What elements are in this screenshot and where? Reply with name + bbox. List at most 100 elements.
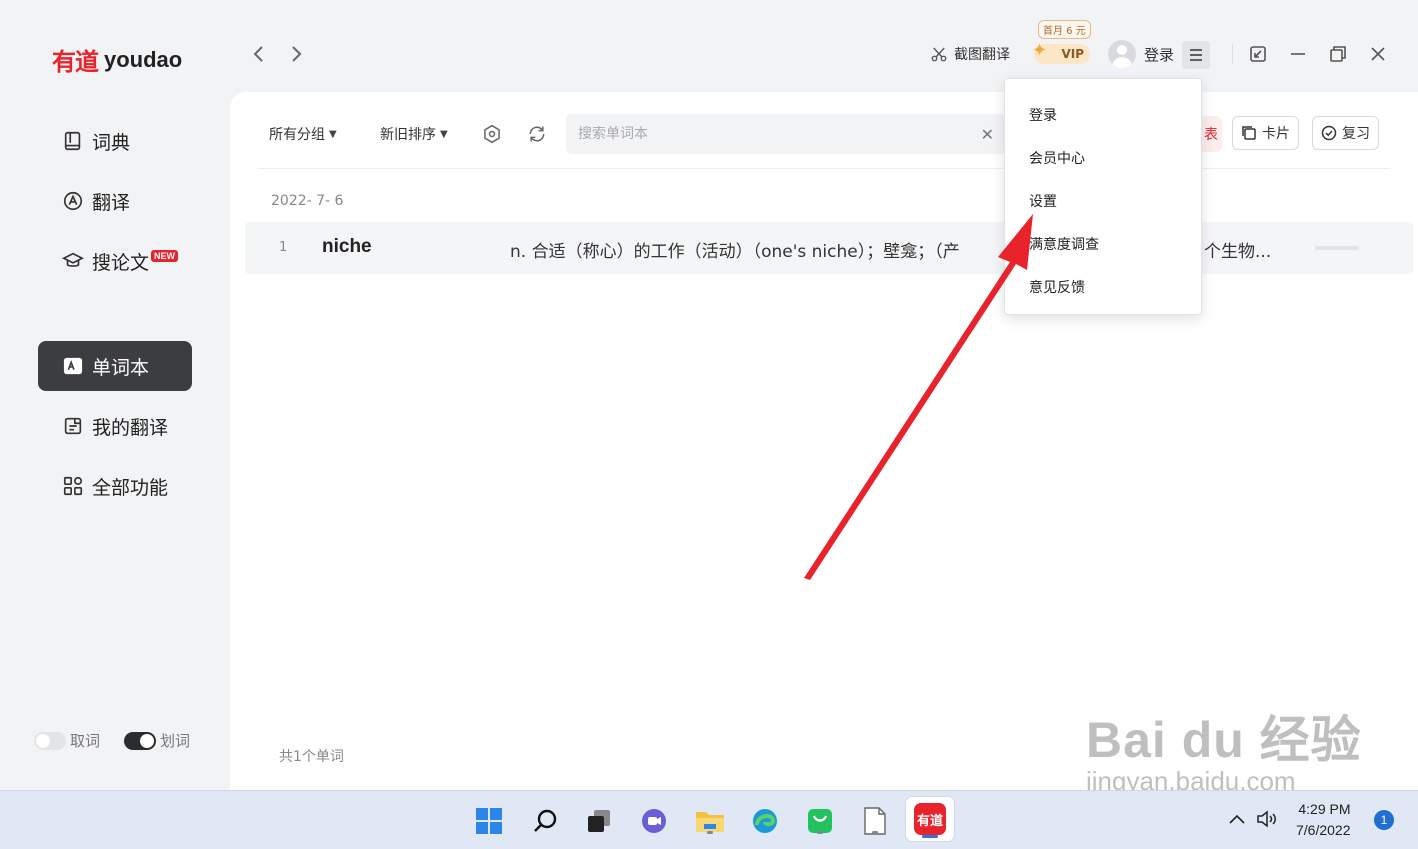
close-icon bbox=[1371, 47, 1385, 61]
translate-icon bbox=[63, 191, 83, 211]
menu-item-membership[interactable]: 会员中心 bbox=[1005, 136, 1201, 179]
notepad-button[interactable] bbox=[859, 805, 891, 837]
search-button[interactable] bbox=[529, 805, 561, 837]
caret-down-icon: ▼ bbox=[329, 128, 337, 140]
sidebar-item-label: 词典 bbox=[92, 131, 131, 154]
group-select-label: 所有分组 bbox=[269, 127, 325, 143]
sidebar-item-papers[interactable]: 搜论文 NEW bbox=[38, 236, 192, 286]
my-translation-icon bbox=[64, 417, 82, 435]
date-group-label: 2022- 7- 6 bbox=[271, 193, 344, 209]
review-label: 复习 bbox=[1342, 126, 1370, 142]
youdao-taskbar-button[interactable]: 有道 bbox=[906, 797, 954, 841]
login-button[interactable]: 登录 bbox=[1108, 40, 1174, 68]
running-indicator bbox=[872, 831, 878, 834]
back-button[interactable] bbox=[248, 42, 268, 66]
refresh-icon bbox=[529, 126, 545, 142]
word-count: 共1个单词 bbox=[279, 749, 344, 765]
task-view-button[interactable] bbox=[583, 805, 615, 837]
clock-date: 7/6/2022 bbox=[1296, 822, 1351, 838]
menu-item-feedback[interactable]: 意见反馈 bbox=[1005, 265, 1201, 308]
sidebar-item-label: 单词本 bbox=[92, 356, 150, 379]
running-indicator bbox=[707, 831, 713, 834]
row-word[interactable]: niche bbox=[322, 236, 372, 258]
sidebar-item-dictionary[interactable]: 词典 bbox=[38, 116, 192, 166]
vip-promo-text: 首月 6 元 bbox=[1038, 20, 1091, 39]
maximize-button[interactable] bbox=[1326, 42, 1350, 66]
check-circle-icon bbox=[1321, 125, 1337, 141]
menu-item-survey[interactable]: 满意度调查 bbox=[1005, 222, 1201, 265]
minimize-icon bbox=[1291, 53, 1305, 55]
chevron-left-icon bbox=[253, 46, 263, 62]
toggle-group: 取词 划词 bbox=[34, 730, 190, 751]
group-select[interactable]: 所有分组 ▼ bbox=[269, 124, 337, 144]
caret-down-icon: ▼ bbox=[440, 128, 448, 140]
new-badge: NEW bbox=[151, 250, 179, 262]
mini-mode-button[interactable] bbox=[1246, 42, 1270, 66]
sidebar-item-translate[interactable]: 翻译 bbox=[38, 176, 192, 226]
restore-icon bbox=[1330, 46, 1346, 62]
row-definition-tail: 个生物... bbox=[1204, 237, 1272, 262]
scissors-icon bbox=[931, 47, 947, 62]
app-logo: 有道 youdao bbox=[52, 42, 182, 77]
grid-icon bbox=[63, 476, 83, 496]
graduation-cap-icon bbox=[62, 252, 84, 267]
forward-button[interactable] bbox=[287, 42, 307, 66]
sidebar-item-all-features[interactable]: 全部功能 bbox=[38, 461, 192, 511]
hamburger-icon bbox=[1190, 49, 1202, 61]
menu-item-settings[interactable]: 设置 bbox=[1005, 179, 1201, 222]
clear-icon[interactable]: ✕ bbox=[981, 125, 994, 144]
sidebar-item-label: 我的翻译 bbox=[92, 416, 169, 439]
row-index: 1 bbox=[279, 240, 288, 255]
card-icon bbox=[1242, 126, 1256, 140]
logo-cn: 有道 bbox=[52, 48, 99, 76]
taskbar-clock[interactable]: 4:29 PM 7/6/2022 bbox=[1296, 799, 1351, 841]
screenshot-translate-label: 截图翻译 bbox=[954, 47, 1010, 63]
watermark-logo: Bai du 经验 bbox=[1086, 712, 1362, 768]
notification-badge[interactable]: 1 bbox=[1374, 810, 1394, 830]
search-input[interactable] bbox=[578, 126, 981, 142]
edge-icon bbox=[753, 809, 777, 833]
file-explorer-button[interactable] bbox=[694, 805, 726, 837]
youdao-app-icon: 有道 bbox=[914, 803, 946, 835]
wordbook-toolbar: 所有分组 ▼ 新旧排序 ▼ ✕ 表 卡片 复习 bbox=[258, 114, 1390, 154]
system-tray bbox=[1228, 809, 1280, 829]
minimize-button[interactable] bbox=[1286, 42, 1310, 66]
chat-button[interactable] bbox=[638, 805, 670, 837]
watermark: Bai du 经验 jingyan.baidu.com bbox=[1086, 700, 1362, 797]
store-button[interactable] bbox=[804, 805, 836, 837]
menu-item-login[interactable]: 登录 bbox=[1005, 93, 1201, 136]
screenshot-translate-button[interactable]: 截图翻译 bbox=[930, 44, 1010, 64]
edge-button[interactable] bbox=[749, 805, 781, 837]
chevron-right-icon bbox=[292, 46, 302, 62]
review-button[interactable]: 复习 bbox=[1312, 116, 1379, 150]
divider bbox=[258, 168, 1390, 169]
sidebar-item-label: 搜论文 bbox=[92, 251, 150, 274]
vip-label: VIP bbox=[1061, 47, 1084, 61]
task-view-icon bbox=[588, 810, 610, 832]
settings-button[interactable] bbox=[481, 123, 503, 145]
sidebar-item-wordbook[interactable]: 单词本 bbox=[38, 341, 192, 391]
close-button[interactable] bbox=[1366, 42, 1390, 66]
sync-button[interactable] bbox=[526, 123, 548, 145]
main-panel: 所有分组 ▼ 新旧排序 ▼ ✕ 表 卡片 复习 2022- 7- 6 bbox=[230, 92, 1418, 790]
sidebar-item-label: 全部功能 bbox=[92, 476, 169, 499]
windows-icon bbox=[476, 808, 502, 834]
sidebar-item-label: 翻译 bbox=[92, 191, 131, 214]
book-icon bbox=[64, 131, 81, 151]
sidebar-item-my-translation[interactable]: 我的翻译 bbox=[38, 401, 192, 451]
toggle-select-word[interactable]: 划词 bbox=[124, 730, 190, 751]
sort-select[interactable]: 新旧排序 ▼ bbox=[380, 124, 448, 144]
search-box[interactable]: ✕ bbox=[566, 114, 1006, 154]
taskbar: 有道 4:29 PM 7/6/2022 1 bbox=[0, 790, 1418, 849]
vip-button[interactable]: ✦ VIP bbox=[1032, 40, 1090, 64]
speaker-icon[interactable] bbox=[1256, 809, 1280, 829]
shrink-icon bbox=[1250, 46, 1266, 62]
switch-on[interactable] bbox=[124, 731, 157, 750]
menu-button[interactable] bbox=[1182, 41, 1210, 69]
start-button[interactable] bbox=[473, 805, 505, 837]
toggle-label: 取词 bbox=[70, 732, 101, 750]
chevron-up-icon[interactable] bbox=[1228, 813, 1246, 825]
toggle-pick-word[interactable]: 取词 bbox=[34, 730, 100, 751]
switch-off[interactable] bbox=[34, 731, 66, 750]
card-view-button[interactable]: 卡片 bbox=[1232, 116, 1299, 150]
